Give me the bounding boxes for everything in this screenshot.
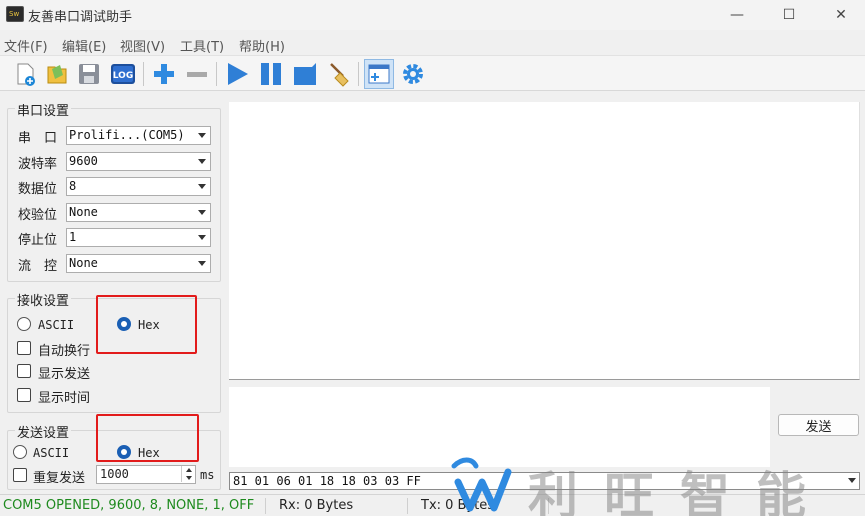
receive-ascii-radio[interactable] xyxy=(17,317,31,331)
maximize-button[interactable]: ☐ xyxy=(766,0,812,30)
svg-text:LOG: LOG xyxy=(113,71,133,81)
repeat-send-checkbox[interactable] xyxy=(13,468,27,482)
send-ascii-label: ASCII xyxy=(33,446,70,460)
flowcontrol-label: 流 控 xyxy=(18,259,58,274)
remove-icon[interactable] xyxy=(182,59,212,89)
chevron-down-icon xyxy=(198,210,206,215)
menu-file[interactable]: 文件(F) xyxy=(4,36,48,55)
flowcontrol-value: None xyxy=(69,256,98,270)
show-time-label: 显示时间 xyxy=(38,391,91,406)
menu-help[interactable]: 帮助(H) xyxy=(239,36,285,55)
highlight-box-receive-hex xyxy=(96,295,197,354)
app-icon: Sw xyxy=(6,6,24,22)
databits-label: 数据位 xyxy=(18,182,58,197)
show-time-checkbox[interactable] xyxy=(17,388,31,402)
auto-newline-checkbox[interactable] xyxy=(17,341,31,355)
flowcontrol-select[interactable]: None xyxy=(66,254,211,273)
chevron-down-icon xyxy=(198,159,206,164)
chevron-down-icon xyxy=(848,478,856,483)
interval-unit: ms xyxy=(200,468,215,482)
settings-gear-icon[interactable] xyxy=(398,59,428,89)
menu-edit[interactable]: 编辑(E) xyxy=(62,36,106,55)
minimize-button[interactable]: — xyxy=(714,0,760,30)
open-file-icon[interactable] xyxy=(42,59,72,89)
play-icon[interactable] xyxy=(222,59,252,89)
status-tx: Tx: 0 Bytes xyxy=(421,498,495,513)
receive-settings-title: 接收设置 xyxy=(15,290,72,309)
stopbits-value: 1 xyxy=(69,230,77,244)
port-value: Prolifi...(COM5) xyxy=(69,128,185,142)
parity-select[interactable]: None xyxy=(66,203,211,222)
highlight-box-send-hex xyxy=(96,414,199,462)
databits-value: 8 xyxy=(69,179,77,193)
toolbar-separator xyxy=(143,62,144,86)
parity-value: None xyxy=(69,205,98,219)
spin-down-icon[interactable] xyxy=(181,474,195,482)
menu-bar: 文件(F) 编辑(E) 视图(V) 工具(T) 帮助(H) xyxy=(0,32,865,55)
chevron-down-icon xyxy=(198,235,206,240)
chevron-down-icon xyxy=(198,261,206,266)
status-divider xyxy=(407,498,408,514)
send-settings-title: 发送设置 xyxy=(15,422,72,441)
baud-value: 9600 xyxy=(69,154,98,168)
status-port: COM5 OPENED, 9600, 8, NONE, 1, OFF xyxy=(3,498,255,513)
stopbits-label: 停止位 xyxy=(18,233,58,248)
status-divider xyxy=(548,498,549,514)
baud-select[interactable]: 9600 xyxy=(66,152,211,171)
show-send-label: 显示发送 xyxy=(38,367,91,382)
new-window-icon[interactable] xyxy=(364,59,394,89)
stop-icon[interactable] xyxy=(290,59,320,89)
close-button[interactable]: ✕ xyxy=(818,0,864,30)
status-bar: COM5 OPENED, 9600, 8, NONE, 1, OFF Rx: 0… xyxy=(0,494,865,516)
log-icon[interactable]: LOG xyxy=(108,59,138,89)
spin-up-icon[interactable] xyxy=(181,466,195,474)
repeat-interval-spinner[interactable]: 1000 xyxy=(96,465,196,484)
toolbar-separator xyxy=(358,62,359,86)
toolbar-separator xyxy=(216,62,217,86)
menu-view[interactable]: 视图(V) xyxy=(120,36,165,55)
toolbar: LOG xyxy=(0,55,865,91)
port-label: 串 口 xyxy=(18,131,58,146)
send-button[interactable]: 发送 xyxy=(778,414,859,436)
port-select[interactable]: Prolifi...(COM5) xyxy=(66,126,211,145)
repeat-interval-value: 1000 xyxy=(100,467,129,481)
send-ascii-radio[interactable] xyxy=(13,445,27,459)
databits-select[interactable]: 8 xyxy=(66,177,211,196)
status-rx: Rx: 0 Bytes xyxy=(279,498,354,513)
new-file-icon[interactable] xyxy=(10,59,40,89)
stopbits-select[interactable]: 1 xyxy=(66,228,211,247)
baud-label: 波特率 xyxy=(18,157,58,172)
save-icon[interactable] xyxy=(74,59,104,89)
pause-icon[interactable] xyxy=(256,59,286,89)
chevron-down-icon xyxy=(198,184,206,189)
title-bar[interactable]: Sw 友善串口调试助手 — ☐ ✕ xyxy=(0,0,865,30)
clear-broom-icon[interactable] xyxy=(324,59,354,89)
window-title: 友善串口调试助手 xyxy=(28,10,133,25)
serial-settings-title: 串口设置 xyxy=(15,100,72,119)
repeat-send-label: 重复发送 xyxy=(33,471,86,486)
chevron-down-icon xyxy=(198,133,206,138)
parity-label: 校验位 xyxy=(18,208,58,223)
add-icon[interactable] xyxy=(149,59,179,89)
menu-tools[interactable]: 工具(T) xyxy=(180,36,224,55)
send-history-value: 81 01 06 01 18 18 03 03 FF xyxy=(233,474,421,488)
show-send-checkbox[interactable] xyxy=(17,364,31,378)
receive-display-area[interactable] xyxy=(229,102,860,380)
auto-newline-label: 自动换行 xyxy=(38,344,91,359)
status-divider xyxy=(265,498,266,514)
receive-ascii-label: ASCII xyxy=(38,318,75,332)
send-input-area[interactable] xyxy=(229,387,770,467)
send-history-combo[interactable]: 81 01 06 01 18 18 03 03 FF xyxy=(229,472,860,490)
